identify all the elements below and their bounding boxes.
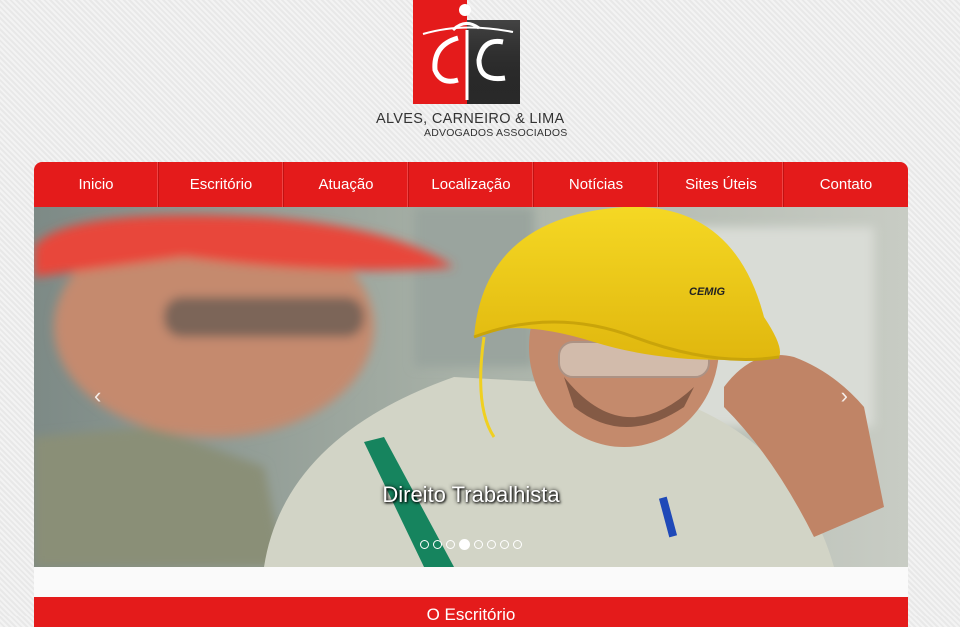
slider-dot[interactable] bbox=[433, 540, 442, 549]
nav-item-sites-uteis[interactable]: Sites Úteis bbox=[659, 162, 784, 207]
hero-slider[interactable]: CEMIG ‹ › Direito Trabalhista bbox=[34, 207, 908, 567]
nav-item-inicio[interactable]: Inicio bbox=[34, 162, 159, 207]
slider-dot[interactable] bbox=[487, 540, 496, 549]
main-nav: Inicio Escritório Atuação Localização No… bbox=[34, 162, 908, 207]
helmet-text: CEMIG bbox=[689, 286, 726, 298]
slider-dot[interactable] bbox=[474, 540, 483, 549]
content-spacer bbox=[34, 567, 908, 597]
slider-dot[interactable] bbox=[513, 540, 522, 549]
slider-dot[interactable] bbox=[446, 540, 455, 549]
main-container: Inicio Escritório Atuação Localização No… bbox=[34, 162, 908, 627]
slider-prev-button[interactable]: ‹ bbox=[94, 383, 101, 409]
slider-dot[interactable] bbox=[500, 540, 509, 549]
site-logo[interactable]: ALVES, CARNEIRO & LIMA ADVOGADOS ASSOCIA… bbox=[372, 0, 572, 142]
logo-mark-icon bbox=[413, 0, 520, 104]
slider-pagination bbox=[34, 539, 908, 550]
nav-item-atuacao[interactable]: Atuação bbox=[284, 162, 409, 207]
nav-item-contato[interactable]: Contato bbox=[784, 162, 908, 207]
section-title: O Escritório bbox=[426, 605, 516, 624]
nav-item-escritorio[interactable]: Escritório bbox=[159, 162, 284, 207]
nav-item-localizacao[interactable]: Localização bbox=[409, 162, 534, 207]
slider-dot[interactable] bbox=[420, 540, 429, 549]
logo-subtitle: ADVOGADOS ASSOCIADOS bbox=[424, 127, 568, 139]
section-header: O Escritório bbox=[34, 597, 908, 627]
slider-next-button[interactable]: › bbox=[841, 383, 848, 409]
slide-image: CEMIG bbox=[34, 207, 908, 567]
nav-item-noticias[interactable]: Notícias bbox=[534, 162, 659, 207]
slider-dot-active[interactable] bbox=[459, 539, 470, 550]
logo-name: ALVES, CARNEIRO & LIMA bbox=[376, 111, 565, 127]
slide-caption: Direito Trabalhista bbox=[382, 482, 560, 507]
